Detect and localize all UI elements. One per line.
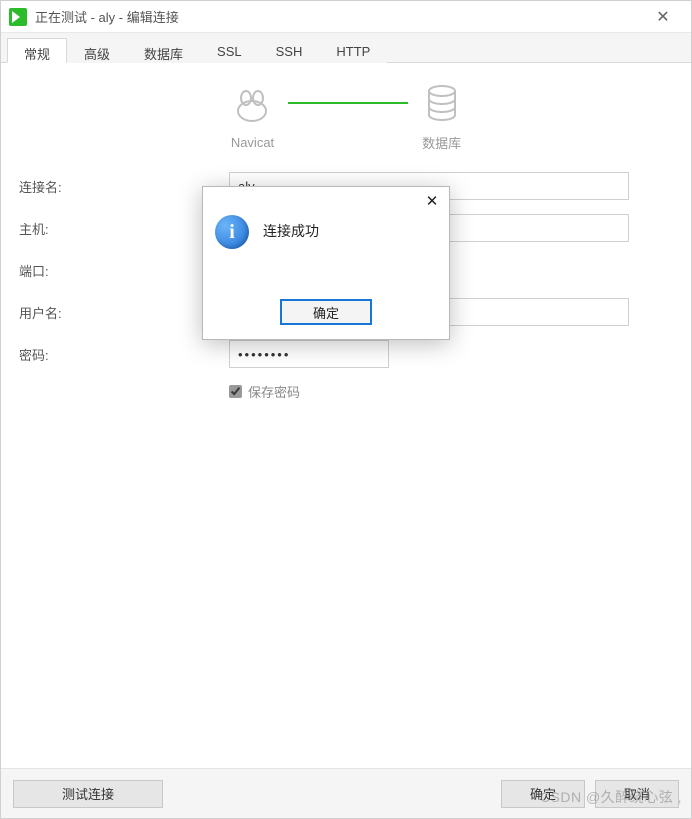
tab-http[interactable]: HTTP (319, 38, 387, 63)
password-label: 密码: (19, 345, 229, 364)
connection-diagram: Navicat 数据库 (19, 81, 673, 152)
user-label: 用户名: (19, 303, 229, 322)
ok-button[interactable]: 确定 (501, 780, 585, 808)
window-title: 正在测试 - aly - 编辑连接 (35, 7, 643, 26)
connection-success-dialog: ✕ i 连接成功 确定 (202, 186, 450, 340)
tabs: 常规 高级 数据库 SSL SSH HTTP (1, 33, 691, 63)
save-password-label: 保存密码 (248, 382, 300, 401)
tab-ssl[interactable]: SSL (200, 38, 259, 63)
navicat-label: Navicat (231, 135, 274, 150)
database-icon (422, 81, 461, 127)
content-panel: Navicat 数据库 连接名: 主机: 端口: (1, 63, 691, 768)
database-label: 数据库 (422, 133, 461, 152)
cancel-button[interactable]: 取消 (595, 780, 679, 808)
dialog-message: 连接成功 (263, 221, 319, 241)
dialog-ok-button[interactable]: 确定 (280, 299, 372, 325)
dialog-close-icon[interactable]: ✕ (415, 187, 449, 215)
save-password-checkbox[interactable] (229, 385, 242, 398)
tab-general[interactable]: 常规 (7, 38, 67, 63)
info-icon: i (215, 215, 249, 249)
test-connection-button[interactable]: 测试连接 (13, 780, 163, 808)
tab-ssh[interactable]: SSH (259, 38, 320, 63)
navicat-app-icon (9, 8, 27, 26)
conn-name-label: 连接名: (19, 177, 229, 196)
save-password-row: 保存密码 (229, 382, 673, 401)
connection-line (288, 102, 408, 104)
navicat-icon (231, 83, 274, 129)
close-icon[interactable]: ✕ (643, 3, 683, 31)
host-label: 主机: (19, 219, 229, 238)
footer: 测试连接 确定 取消 (1, 768, 691, 818)
tab-advanced[interactable]: 高级 (67, 38, 127, 63)
tab-database[interactable]: 数据库 (127, 38, 200, 63)
database-node: 数据库 (422, 81, 461, 152)
password-input[interactable] (229, 340, 389, 368)
edit-connection-window: 正在测试 - aly - 编辑连接 ✕ 常规 高级 数据库 SSL SSH HT… (0, 0, 692, 819)
titlebar: 正在测试 - aly - 编辑连接 ✕ (1, 1, 691, 33)
navicat-node: Navicat (231, 83, 274, 150)
port-label: 端口: (19, 261, 229, 280)
